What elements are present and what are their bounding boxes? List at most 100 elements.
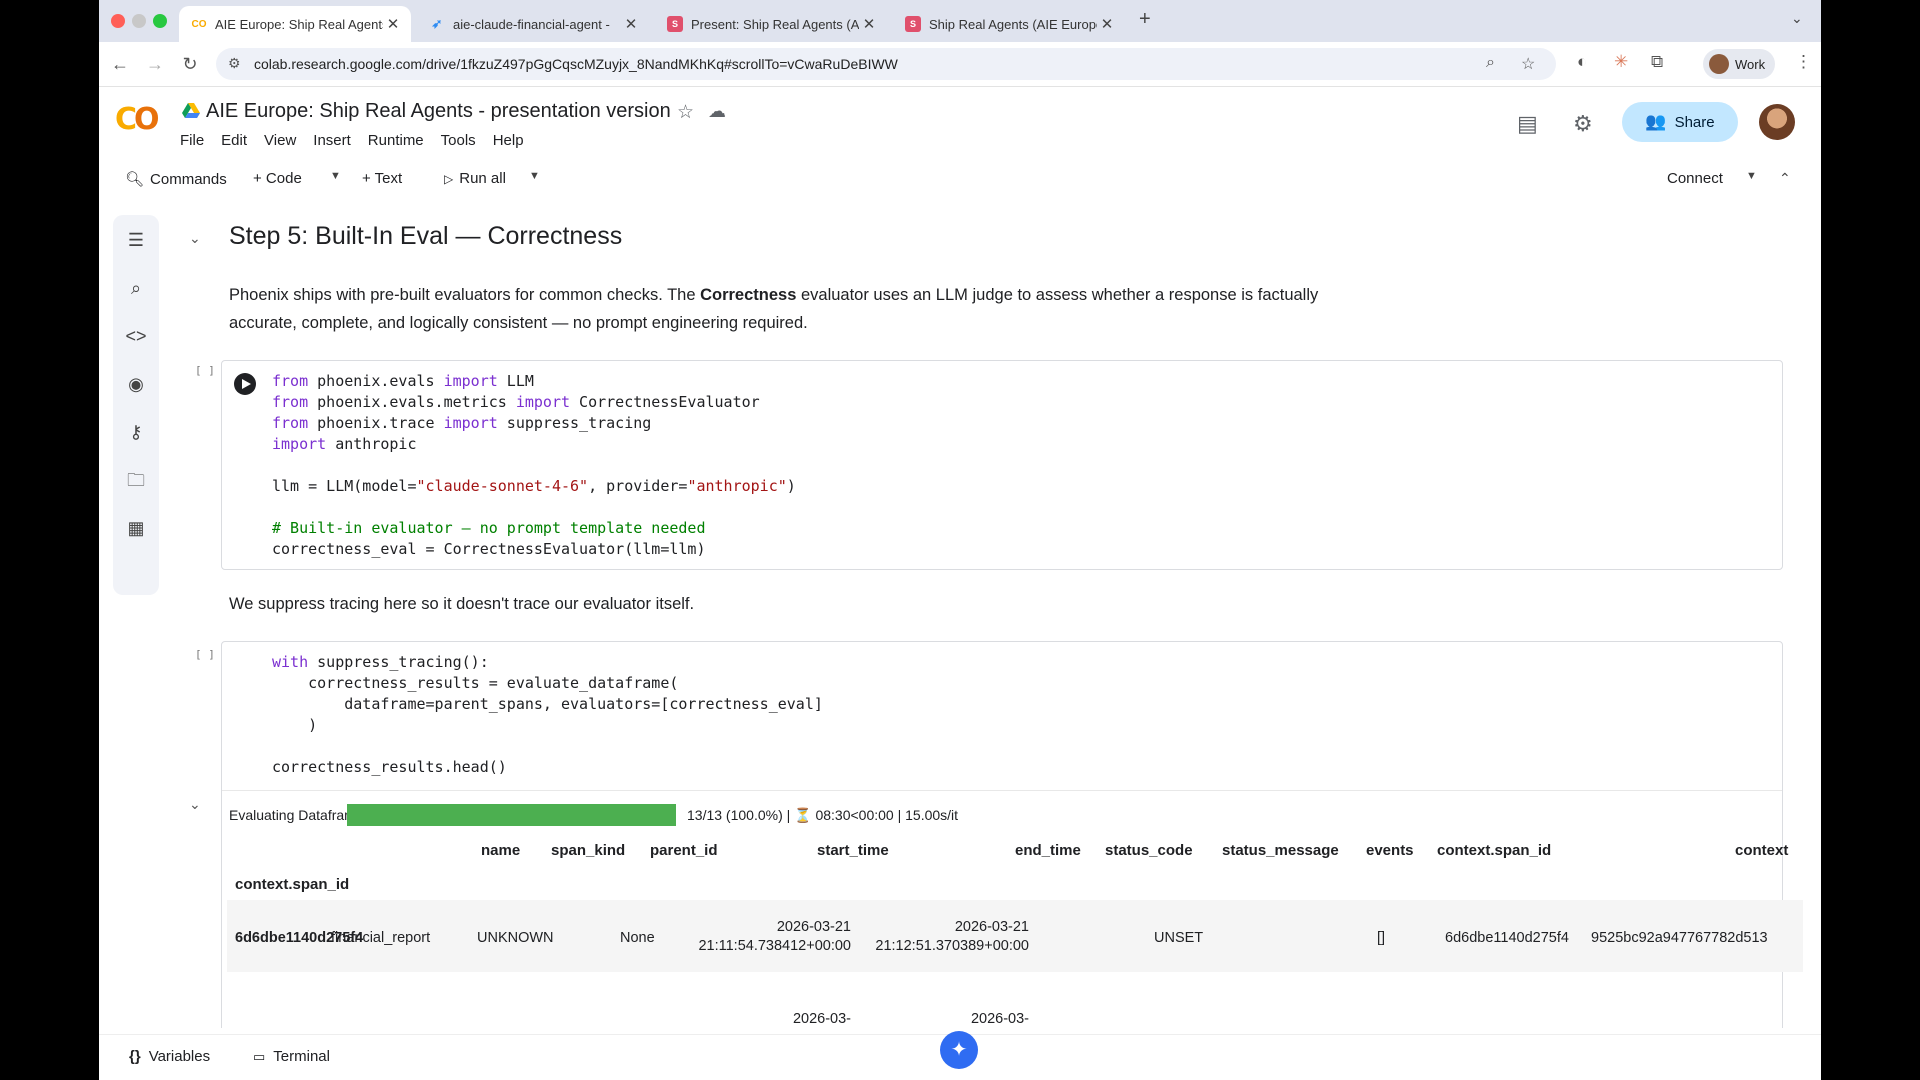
find-icon[interactable]: ⌕ bbox=[125, 277, 147, 299]
close-tab-icon[interactable]: ✕ bbox=[1097, 15, 1117, 33]
claude-extension-icon[interactable]: ✳ bbox=[1614, 52, 1628, 72]
google-drive-icon[interactable] bbox=[182, 103, 200, 119]
section-collapse-icon[interactable]: ⌄ bbox=[189, 230, 201, 247]
close-tab-icon[interactable]: ✕ bbox=[859, 15, 879, 33]
tab-search-icon[interactable]: ⌄ bbox=[1791, 10, 1803, 27]
code-snippets-icon[interactable]: <> bbox=[125, 325, 147, 347]
menu-file[interactable]: File bbox=[180, 132, 204, 149]
start-clock: 21:11:54.738412+00:00 bbox=[698, 938, 851, 954]
tab-phoenix[interactable]: ➶ aie-claude-financial-agent - ✕ bbox=[417, 6, 649, 42]
back-icon[interactable]: ← bbox=[109, 53, 131, 75]
column-header: parent_id bbox=[650, 842, 718, 859]
connect-button[interactable]: Connect bbox=[1667, 170, 1723, 187]
cell-context: 9525bc92a947767782d513 bbox=[1591, 930, 1768, 946]
notebook-action-bar: 🔍︎ Commands + Code ▼ + Text ▷ Run all ▼ … bbox=[99, 162, 1821, 198]
commands-button[interactable]: 🔍︎ Commands bbox=[125, 170, 227, 189]
terminal-label: Terminal bbox=[273, 1048, 330, 1065]
menu-edit[interactable]: Edit bbox=[221, 132, 247, 149]
minimize-window-button[interactable] bbox=[132, 14, 146, 28]
code-editor[interactable]: with suppress_tracing(): correctness_res… bbox=[272, 652, 823, 778]
notebook-title[interactable]: AIE Europe: Ship Real Agents - presentat… bbox=[206, 100, 671, 123]
cell-name: financial_report bbox=[331, 930, 431, 946]
section-description: Phoenix ships with pre-built evaluators … bbox=[229, 281, 1349, 337]
share-button[interactable]: 👥 Share bbox=[1622, 102, 1738, 142]
close-tab-icon[interactable]: ✕ bbox=[621, 15, 641, 33]
add-code-button[interactable]: + Code bbox=[253, 170, 302, 187]
cell-execution-count: [ ] bbox=[195, 648, 215, 661]
variables-button[interactable]: {} Variables bbox=[129, 1048, 210, 1065]
add-code-label: + Code bbox=[253, 170, 302, 187]
gemini-sparkle-icon[interactable]: ✦ bbox=[940, 1031, 978, 1069]
cell-events: [] bbox=[1377, 930, 1386, 946]
variables-inspector-icon[interactable]: ◉ bbox=[125, 373, 147, 395]
run-all-dropdown-icon[interactable]: ▼ bbox=[529, 170, 540, 182]
column-header: events bbox=[1366, 842, 1414, 859]
bookmark-star-icon[interactable]: ☆ bbox=[1521, 54, 1535, 74]
table-of-contents-icon[interactable]: ☰ bbox=[125, 229, 147, 251]
extensions-puzzle-icon[interactable]: ⧉ bbox=[1651, 52, 1663, 72]
run-all-button[interactable]: ▷ Run all bbox=[444, 170, 506, 187]
code-line: from phoenix.evals.metrics import Correc… bbox=[272, 393, 760, 411]
data-table-icon[interactable]: ▦ bbox=[125, 517, 147, 539]
address-bar[interactable]: ⚙ colab.research.google.com/drive/1fkzuZ… bbox=[216, 48, 1556, 80]
code-dropdown-icon[interactable]: ▼ bbox=[330, 170, 341, 182]
tab-present[interactable]: S Present: Ship Real Agents (A ✕ bbox=[655, 6, 887, 42]
start-date: 2026-03-21 bbox=[776, 919, 851, 935]
code-editor[interactable]: from phoenix.evals import LLM from phoeni… bbox=[272, 371, 796, 560]
tab-strip: CO AIE Europe: Ship Real Agents ✕ ➶ aie-… bbox=[99, 0, 1821, 42]
terminal-button[interactable]: ▭ Terminal bbox=[253, 1048, 330, 1065]
secrets-key-icon[interactable]: ⚷ bbox=[125, 421, 147, 443]
site-settings-icon[interactable]: ⚙ bbox=[228, 55, 241, 72]
colab-favicon-icon: CO bbox=[191, 18, 207, 30]
add-text-button[interactable]: + Text bbox=[362, 170, 402, 187]
tab-slides[interactable]: S Ship Real Agents (AIE Europe ✕ bbox=[893, 6, 1125, 42]
settings-gear-icon[interactable]: ⚙ bbox=[1573, 111, 1593, 137]
new-tab-icon[interactable]: + bbox=[1139, 8, 1151, 31]
code-line: correctness_results = evaluate_dataframe… bbox=[272, 674, 679, 692]
progress-stats: 13/13 (100.0%) | ⏳ 08:30<00:00 | 15.00s/… bbox=[687, 807, 959, 823]
menu-bar: File Edit View Insert Runtime Tools Help bbox=[180, 132, 541, 149]
add-text-label: + Text bbox=[362, 170, 403, 187]
profile-button[interactable]: Work bbox=[1703, 49, 1775, 79]
progress-bar bbox=[347, 804, 676, 826]
code-line: llm = LLM(model="claude-sonnet-4-6", pro… bbox=[272, 477, 796, 495]
collapse-header-icon[interactable]: ⌃ bbox=[1779, 170, 1791, 187]
comments-icon[interactable]: ▤ bbox=[1517, 111, 1538, 137]
cell-start-time: 2026-03-21 21:11:54.738412+00:00 bbox=[687, 918, 851, 956]
column-header: name bbox=[481, 842, 521, 859]
menu-help[interactable]: Help bbox=[493, 132, 524, 149]
colab-logo[interactable]: CO bbox=[115, 102, 159, 137]
search-icon: 🔍︎ bbox=[125, 171, 145, 188]
code-line: dataframe=parent_spans, evaluators=[corr… bbox=[272, 695, 823, 713]
code-line: from phoenix.evals import LLM bbox=[272, 372, 534, 390]
zoom-window-button[interactable] bbox=[153, 14, 167, 28]
variables-label: Variables bbox=[148, 1048, 211, 1065]
files-folder-icon[interactable]: 🗀 bbox=[125, 469, 147, 491]
user-avatar[interactable] bbox=[1759, 104, 1795, 140]
column-header: start_time bbox=[817, 842, 889, 859]
code-cell[interactable]: from phoenix.evals import LLM from phoeni… bbox=[221, 360, 1783, 570]
connect-dropdown-icon[interactable]: ▼ bbox=[1746, 170, 1757, 182]
zoom-icon[interactable]: ⌕ bbox=[1486, 54, 1495, 72]
star-icon[interactable]: ☆ bbox=[677, 101, 694, 124]
menu-view[interactable]: View bbox=[264, 132, 296, 149]
menu-insert[interactable]: Insert bbox=[313, 132, 351, 149]
menu-runtime[interactable]: Runtime bbox=[368, 132, 424, 149]
close-tab-icon[interactable]: ✕ bbox=[383, 15, 403, 33]
browser-menu-icon[interactable]: ⋮ bbox=[1795, 52, 1812, 72]
tab-colab[interactable]: CO AIE Europe: Ship Real Agents ✕ bbox=[179, 6, 411, 42]
code-line: with suppress_tracing(): bbox=[272, 653, 489, 671]
reload-icon[interactable]: ↻ bbox=[179, 53, 201, 75]
run-cell-button[interactable] bbox=[234, 373, 256, 395]
output-collapse-icon[interactable]: ⌄ bbox=[189, 796, 201, 813]
menu-tools[interactable]: Tools bbox=[441, 132, 476, 149]
code-line: # Built-in evaluator — no prompt templat… bbox=[272, 519, 706, 537]
cell-start-date-partial: 2026-03-21 bbox=[792, 1011, 851, 1027]
forward-icon[interactable]: → bbox=[144, 53, 166, 75]
close-window-button[interactable] bbox=[111, 14, 125, 28]
browser-window: CO AIE Europe: Ship Real Agents ✕ ➶ aie-… bbox=[99, 0, 1821, 1080]
extension-icon[interactable]: ◐ bbox=[1577, 52, 1587, 72]
column-header: context bbox=[1735, 842, 1789, 859]
